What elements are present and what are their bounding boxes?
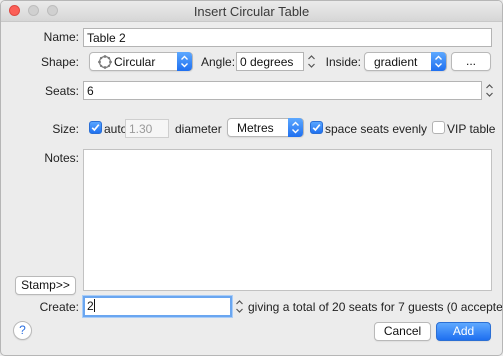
seats-field[interactable]: 6 xyxy=(83,81,482,100)
inside-label: Inside: xyxy=(325,55,361,69)
insert-circular-table-dialog: Insert Circular Table Name: Table 2 Shap… xyxy=(0,0,503,356)
inside-popup[interactable]: gradient xyxy=(364,52,447,71)
add-button[interactable]: Add xyxy=(436,322,491,341)
diameter-label: diameter xyxy=(175,122,222,136)
checkmark-icon xyxy=(91,124,100,132)
inside-value: gradient xyxy=(374,55,418,69)
create-summary: giving a total of 20 seats for 7 guests … xyxy=(248,300,503,314)
shape-label: Shape: xyxy=(40,55,79,69)
inside-chevron-icon xyxy=(431,52,446,71)
create-stepper[interactable] xyxy=(235,298,244,315)
angle-stepper[interactable] xyxy=(307,53,316,70)
units-chevron-icon xyxy=(288,118,303,137)
notes-textarea[interactable] xyxy=(83,149,492,291)
shape-popup[interactable]: Circular xyxy=(89,52,193,71)
vip-table-checkbox[interactable] xyxy=(432,121,445,134)
space-seats-label: space seats evenly xyxy=(325,122,428,136)
units-popup[interactable]: Metres xyxy=(227,118,304,137)
window-title: Insert Circular Table xyxy=(193,4,310,19)
stamp-button[interactable]: Stamp>> xyxy=(15,276,76,295)
checkmark-icon xyxy=(312,124,321,132)
size-label: Size: xyxy=(52,122,79,136)
text-caret xyxy=(93,299,95,312)
units-value: Metres xyxy=(237,121,274,135)
create-label: Create: xyxy=(39,300,79,314)
shape-value: Circular xyxy=(114,55,156,69)
name-label: Name: xyxy=(43,30,79,44)
help-button[interactable]: ? xyxy=(13,321,32,340)
diameter-field[interactable]: 1.30 xyxy=(125,119,169,138)
inside-more-button[interactable]: ... xyxy=(451,52,491,71)
name-field[interactable]: Table 2 xyxy=(83,28,492,47)
seats-label: Seats: xyxy=(44,84,79,98)
create-field[interactable]: 2 xyxy=(83,296,232,317)
create-value: 2 xyxy=(87,299,94,313)
cancel-button[interactable]: Cancel xyxy=(374,322,431,341)
angle-label: Angle: xyxy=(201,55,236,69)
angle-field[interactable]: 0 degrees xyxy=(236,52,304,71)
vip-table-label: VIP table xyxy=(447,122,496,136)
seats-stepper[interactable] xyxy=(485,82,494,99)
space-seats-checkbox[interactable] xyxy=(310,121,323,134)
auto-label: auto xyxy=(104,122,128,136)
notes-label: Notes: xyxy=(44,151,79,165)
auto-checkbox[interactable] xyxy=(89,121,102,134)
title-bar: Insert Circular Table xyxy=(1,1,502,22)
circular-shape-icon xyxy=(98,55,112,69)
shape-chevron-icon xyxy=(177,52,192,71)
